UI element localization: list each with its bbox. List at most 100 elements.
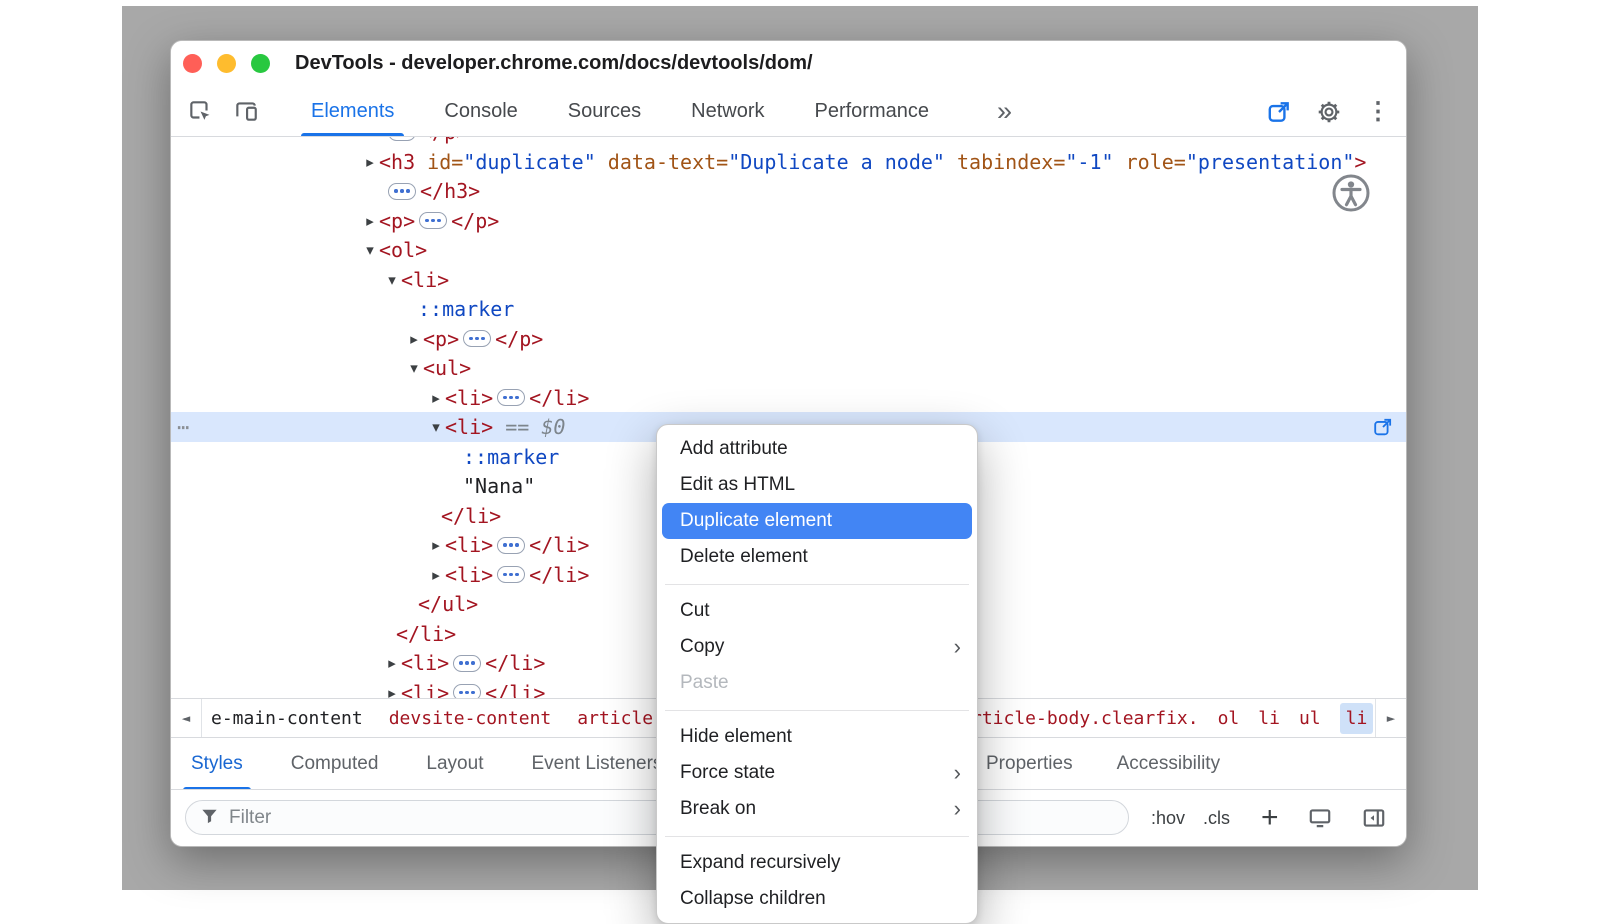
row-options-icon[interactable]: ⋯ (177, 412, 190, 442)
expand-ellipsis-button[interactable] (388, 183, 416, 200)
zoom-window-button[interactable] (251, 54, 270, 73)
device-toolbar-icon[interactable] (233, 98, 259, 124)
menu-item-label: Force state (680, 762, 775, 784)
dom-tree-row[interactable]: ▾<li> (171, 265, 1406, 295)
menu-item-force-state[interactable]: Force state › (657, 755, 977, 791)
menu-item-cut[interactable]: Cut (657, 593, 977, 629)
tab-event-listeners[interactable]: Event Listeners (531, 738, 662, 790)
tab-elements[interactable]: Elements (311, 87, 394, 136)
menu-item-delete-element[interactable]: Delete element (657, 539, 977, 575)
breadcrumb-item-ol[interactable]: ol (1218, 708, 1240, 729)
breadcrumbs-right: rticle-body.clearfix.olliulli (971, 699, 1373, 737)
disclosure-open-icon[interactable]: ▾ (427, 412, 445, 442)
tab-sources[interactable]: Sources (568, 87, 641, 136)
inspect-icon[interactable] (187, 98, 213, 124)
dom-token: </li> (529, 530, 589, 560)
more-tabs-button[interactable]: » (997, 91, 1012, 131)
toggle-sidebar-icon[interactable] (1361, 790, 1387, 846)
dom-token (415, 147, 427, 177)
menu-item-hide-element[interactable]: Hide element (657, 719, 977, 755)
disclosure-closed-icon[interactable]: ▸ (383, 648, 401, 678)
menu-item-paste[interactable]: Paste (657, 665, 977, 701)
dom-row-text: ::marker (418, 294, 514, 324)
tab-styles[interactable]: Styles (191, 738, 243, 790)
settings-gear-icon[interactable] (1316, 99, 1342, 125)
menu-item-label: Copy (680, 636, 724, 658)
dom-token: ::marker (463, 442, 559, 472)
dom-tree-row[interactable]: ▾<ol> (171, 235, 1406, 265)
dom-token (945, 147, 957, 177)
dom-token: <li> (445, 383, 493, 413)
menu-item-label: Paste (680, 672, 729, 694)
breadcrumb-item-li[interactable]: li (1258, 708, 1280, 729)
dom-row-text: <li></li> (445, 530, 589, 560)
tab-computed[interactable]: Computed (291, 738, 379, 790)
sidebar-tabs-right: Properties Accessibility (986, 738, 1220, 790)
accessibility-icon[interactable] (1331, 173, 1371, 218)
expand-ellipsis-button[interactable] (453, 655, 481, 672)
expand-ellipsis-button[interactable] (497, 389, 525, 406)
dom-tree-row[interactable]: ▸<p></p> (171, 206, 1406, 236)
new-style-rule-button[interactable]: + (1261, 790, 1279, 846)
breadcrumb-item-li[interactable]: li (1340, 703, 1374, 734)
menu-item-collapse-children[interactable]: Collapse children (657, 881, 977, 917)
disclosure-closed-icon[interactable]: ▸ (405, 324, 423, 354)
dom-tree-row[interactable]: ▾<ul> (171, 353, 1406, 383)
tab-layout[interactable]: Layout (426, 738, 483, 790)
breadcrumb-scroll-right-button[interactable]: ► (1375, 699, 1406, 737)
breadcrumb-item-rticle-body-clearfix[interactable]: rticle-body.clearfix. (971, 708, 1199, 729)
breadcrumb-item-ul[interactable]: ul (1299, 708, 1321, 729)
tab-performance[interactable]: Performance (815, 87, 930, 136)
dom-token: </li> (529, 383, 589, 413)
expand-ellipsis-button[interactable] (497, 537, 525, 554)
dom-tree-row[interactable]: </h3> (171, 176, 1406, 206)
extension-icon[interactable] (1266, 99, 1292, 125)
submenu-chevron-icon: › (954, 762, 961, 784)
dom-token: <li> (445, 412, 493, 442)
menu-item-edit-as-html[interactable]: Edit as HTML (657, 467, 977, 503)
expand-ellipsis-button[interactable] (419, 212, 447, 229)
disclosure-closed-icon[interactable]: ▸ (427, 383, 445, 413)
expand-ellipsis-button[interactable] (497, 566, 525, 583)
dom-row-text: </li> (441, 501, 501, 531)
dom-token: == (493, 412, 541, 442)
element-classes-button[interactable]: .cls (1203, 790, 1230, 846)
disclosure-open-icon[interactable]: ▾ (361, 235, 379, 265)
close-window-button[interactable] (183, 54, 202, 73)
menu-item-duplicate-element[interactable]: Duplicate element (662, 503, 972, 539)
expand-ellipsis-button[interactable] (463, 330, 491, 347)
minimize-window-button[interactable] (217, 54, 236, 73)
tab-console[interactable]: Console (444, 87, 517, 136)
breadcrumb-item-e-main-content[interactable]: e-main-content (211, 708, 363, 729)
menu-item-copy[interactable]: Copy› (657, 629, 977, 665)
disclosure-open-icon[interactable]: ▾ (383, 265, 401, 295)
disclosure-closed-icon[interactable]: ▸ (361, 206, 379, 236)
toggle-element-state-button[interactable]: :hov (1151, 790, 1185, 846)
menu-item-label: Add attribute (680, 438, 788, 460)
display-icon[interactable] (1307, 790, 1333, 846)
disclosure-closed-icon[interactable]: ▸ (427, 560, 445, 590)
dom-tree-row[interactable]: ▸<h3 id="duplicate" data-text="Duplicate… (171, 147, 1406, 177)
breadcrumb-scroll-left-button[interactable]: ◄ (171, 699, 202, 737)
dom-tree-row[interactable]: ::marker (171, 294, 1406, 324)
disclosure-closed-icon[interactable]: ▸ (361, 147, 379, 177)
menu-item-expand-recursively[interactable]: Expand recursively (657, 845, 977, 881)
dom-token: </li> (441, 501, 501, 531)
breadcrumb-item-devsite-content[interactable]: devsite-content (389, 708, 552, 729)
disclosure-closed-icon[interactable]: ▸ (427, 530, 445, 560)
tab-network[interactable]: Network (691, 87, 764, 136)
disclosure-open-icon[interactable]: ▾ (405, 353, 423, 383)
tab-properties[interactable]: Properties (986, 738, 1073, 790)
kebab-menu-icon[interactable]: ⋮ (1366, 100, 1390, 124)
dom-token: </p> (451, 206, 499, 236)
dom-tree-row[interactable]: ▸<li> </li> (171, 383, 1406, 413)
tab-accessibility[interactable]: Accessibility (1117, 738, 1220, 790)
dom-token: "Duplicate a node" (728, 147, 945, 177)
dom-tree-row[interactable]: ▸<p></p> (171, 324, 1406, 354)
dom-row-text: ::marker (463, 442, 559, 472)
funnel-icon (200, 806, 219, 830)
menu-item-break-on[interactable]: Break on› (657, 791, 977, 827)
breadcrumb-item-article[interactable]: article (577, 708, 653, 729)
menu-item-add-attribute[interactable]: Add attribute (657, 431, 977, 467)
scroll-into-view-icon[interactable] (1372, 416, 1394, 443)
